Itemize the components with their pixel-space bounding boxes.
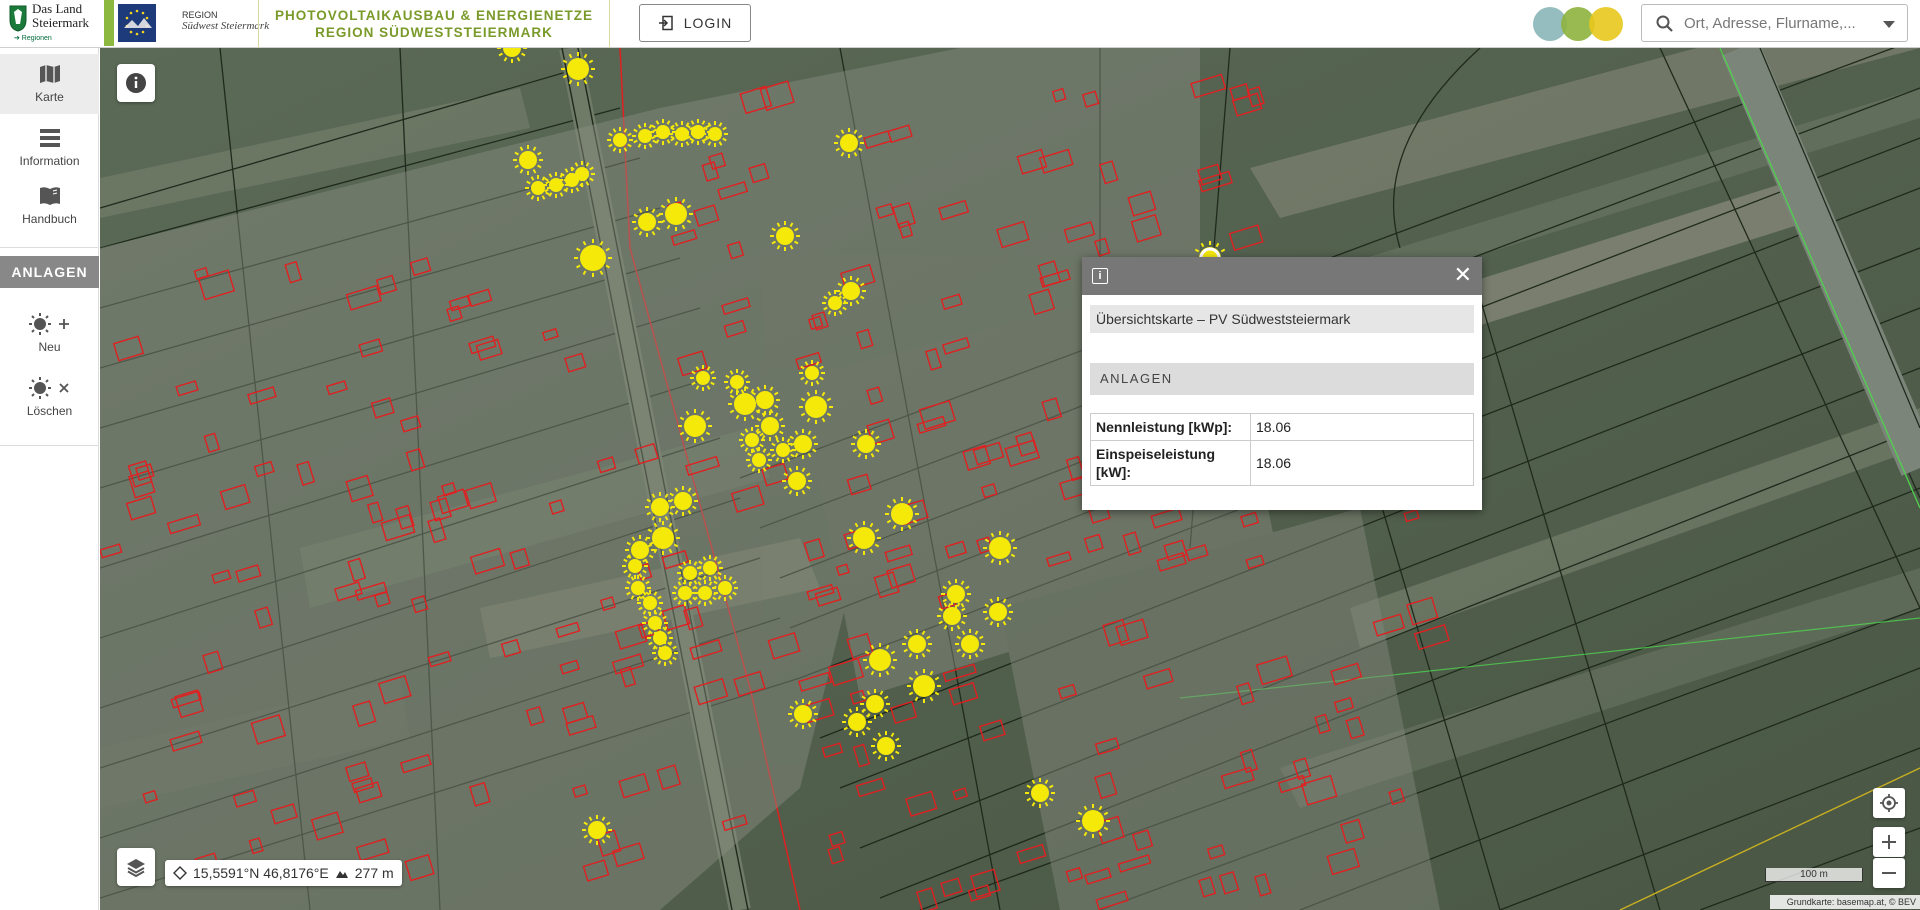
sidebar-item-handbuch[interactable]: Handbuch — [0, 176, 99, 236]
elevation-text: 277 m — [354, 865, 394, 881]
sidebar-item-information[interactable]: Information — [0, 118, 99, 178]
sun-delete-icon — [28, 377, 69, 399]
attribute-key: Nennleistung [kWp]: — [1090, 413, 1251, 441]
zoom-in-button[interactable] — [1873, 827, 1905, 857]
book-icon — [39, 187, 60, 205]
sidebar-action-label: Löschen — [26, 404, 73, 418]
sun-add-icon — [28, 313, 69, 335]
app-header: Das Land Steiermark ➔ Regionen REGION Sü… — [0, 0, 1920, 48]
close-icon[interactable]: ✕ — [1454, 264, 1472, 286]
feature-info-popup: i ✕ Übersichtskarte – PV Südweststeierma… — [1082, 257, 1482, 510]
geolocate-button[interactable] — [1873, 788, 1905, 818]
search-icon — [1656, 15, 1673, 32]
map-attribution: Grundkarte: basemap.at, © BEV — [1770, 895, 1920, 909]
sidebar-item-karte[interactable]: Karte — [0, 54, 99, 114]
eu-leader-flag-icon — [118, 4, 156, 42]
search-input[interactable] — [1682, 5, 1877, 41]
elevation-icon — [335, 871, 348, 878]
popup-title: Übersichtskarte – PV Südweststeiermark — [1090, 305, 1474, 333]
coordinate-text: 15,5591°N 46,8176°E — [193, 865, 329, 881]
partner-logo — [1533, 7, 1623, 41]
app-title: PHOTOVOLTAIKAUSBAU & ENERGIENETZE REGION… — [258, 0, 610, 48]
plus-icon — [1882, 835, 1896, 849]
app-title-line2: REGION SÜDWESTSTEIERMARK — [315, 25, 553, 40]
layers-button[interactable] — [117, 848, 155, 886]
login-label: LOGIN — [683, 15, 733, 31]
geolocate-icon — [1880, 794, 1898, 812]
popup-header: i ✕ — [1082, 257, 1482, 295]
region-logo-line1: REGION — [182, 10, 218, 20]
dropdown-arrow-icon[interactable] — [1883, 21, 1895, 29]
delete-plant-button[interactable]: Löschen — [0, 368, 99, 428]
popup-section-header: ANLAGEN — [1090, 363, 1474, 395]
stmk-logo-sub: ➔ Regionen — [14, 35, 52, 42]
minus-icon — [1882, 872, 1896, 874]
login-button[interactable]: LOGIN — [639, 4, 751, 42]
attribute-value: 18.06 — [1250, 413, 1474, 441]
coordinate-readout: 15,5591°N 46,8176°E 277 m — [165, 860, 402, 886]
table-row: Einspeiseleistung [kW]: 18.06 — [1090, 440, 1474, 486]
sidebar-action-label: Neu — [38, 340, 61, 354]
new-plant-button[interactable]: Neu — [0, 304, 99, 364]
zoom-out-button[interactable] — [1873, 858, 1905, 888]
sidebar-item-label: Information — [19, 154, 80, 168]
region-logo[interactable]: REGION Südwest Steiermark — [104, 0, 269, 46]
yellow-circle-icon — [1589, 7, 1623, 41]
scale-bar: 100 m — [1765, 868, 1863, 882]
login-icon — [658, 15, 673, 31]
stmk-logo-line1: Das Land — [32, 1, 83, 16]
coat-of-arms-icon — [9, 5, 27, 32]
info-icon — [126, 73, 146, 93]
map-info-button[interactable] — [117, 64, 155, 102]
sidebar-divider — [0, 445, 99, 446]
anlagen-section-header: ANLAGEN — [0, 256, 99, 288]
layers-icon — [127, 859, 145, 878]
popup-info-icon: i — [1092, 268, 1108, 284]
attribute-key: Einspeiseleistung [kW]: — [1090, 440, 1251, 486]
sidebar-item-label: Handbuch — [22, 212, 77, 226]
sidebar-item-label: Karte — [35, 90, 64, 104]
app-title-line1: PHOTOVOLTAIKAUSBAU & ENERGIENETZE — [274, 8, 594, 23]
list-icon — [39, 129, 60, 147]
stmk-logo-line2: Steiermark — [32, 15, 90, 30]
crosshair-icon — [173, 866, 187, 880]
land-steiermark-logo[interactable]: Das Land Steiermark ➔ Regionen — [8, 2, 92, 42]
map-icon — [39, 65, 60, 83]
sidebar: Karte Information Handbuch ANLAGEN Neu L… — [0, 48, 99, 910]
sidebar-divider — [0, 247, 99, 248]
attribute-value: 18.06 — [1250, 440, 1474, 486]
map-view[interactable] — [100, 48, 1920, 910]
search-box[interactable] — [1641, 4, 1908, 42]
table-row: Nennleistung [kWp]: 18.06 — [1090, 413, 1474, 441]
attribute-table: Nennleistung [kWp]: 18.06 Einspeiseleist… — [1090, 413, 1474, 486]
aerial-basemap[interactable] — [100, 48, 1920, 910]
